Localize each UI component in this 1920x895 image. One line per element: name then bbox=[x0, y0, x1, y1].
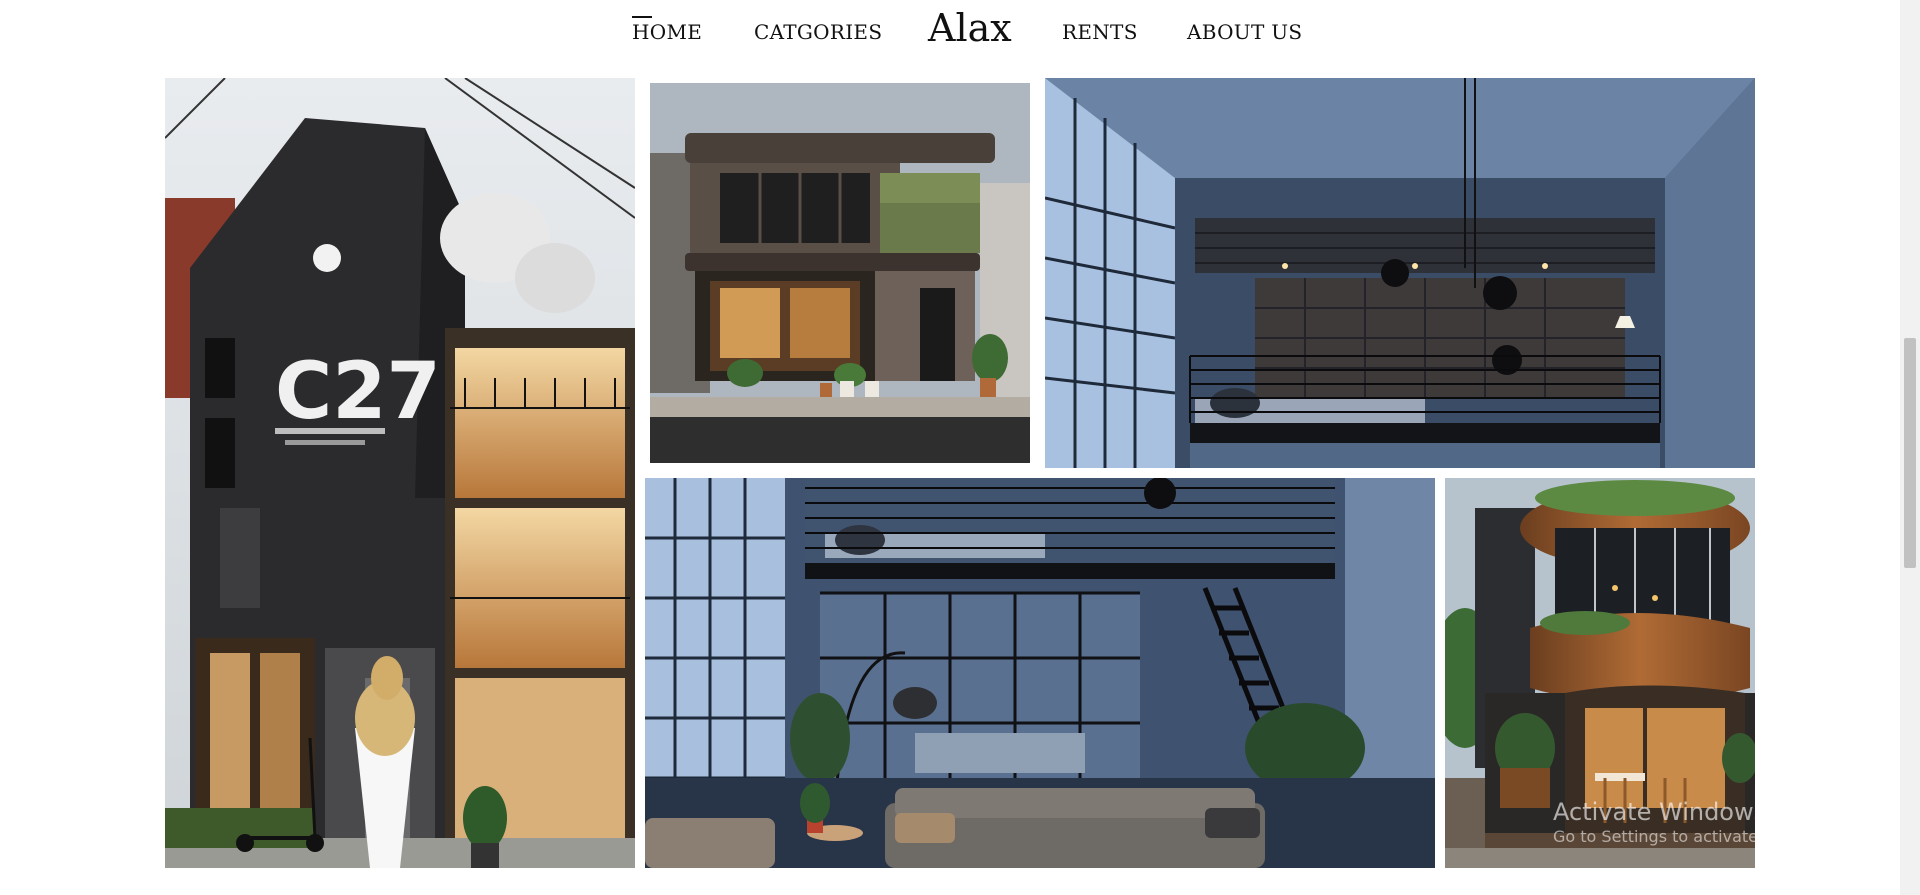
active-indicator bbox=[632, 16, 652, 18]
watermark-subtitle: Go to Settings to activate Windows. bbox=[1553, 827, 1840, 846]
windows-activation-watermark: Activate Windows Go to Settings to activ… bbox=[1553, 797, 1840, 847]
nav-about-link[interactable]: ABOUT US bbox=[1187, 20, 1302, 44]
nav-categories-link[interactable]: CATGORIES bbox=[754, 20, 882, 44]
gallery-image-loft-mezzanine[interactable] bbox=[1045, 78, 1755, 468]
nav-rents-link[interactable]: RENTS bbox=[1062, 20, 1138, 44]
cafe-c27-illustration: C27 bbox=[165, 78, 635, 868]
nav-about-label: ABOUT US bbox=[1187, 20, 1303, 44]
nav-categories-label: CATGORIES bbox=[754, 20, 883, 44]
gallery-image-cafe-c27[interactable]: C27 bbox=[165, 78, 635, 868]
gallery-image-concrete-cafe[interactable] bbox=[650, 83, 1030, 463]
vertical-scrollbar[interactable] bbox=[1900, 0, 1920, 895]
brand-logo[interactable]: Alax bbox=[928, 6, 1012, 50]
cafe-sign-text: C27 bbox=[275, 347, 441, 437]
nav-home-link[interactable]: HOME bbox=[632, 16, 703, 44]
loft-mezzanine-illustration bbox=[1045, 78, 1755, 468]
watermark-title: Activate Windows bbox=[1553, 798, 1767, 826]
nav-rents-label: RENTS bbox=[1062, 20, 1138, 44]
scrollbar-thumb[interactable] bbox=[1904, 338, 1916, 568]
nav-home-label: HOME bbox=[632, 20, 703, 44]
loft-living-room-illustration bbox=[645, 478, 1435, 868]
gallery-image-loft-living-room[interactable] bbox=[645, 478, 1435, 868]
page: HOME CATGORIES Alax RENTS ABOUT US C27 A… bbox=[0, 0, 1920, 895]
concrete-cafe-illustration bbox=[650, 83, 1030, 463]
top-nav: HOME CATGORIES Alax RENTS ABOUT US bbox=[0, 0, 1900, 70]
